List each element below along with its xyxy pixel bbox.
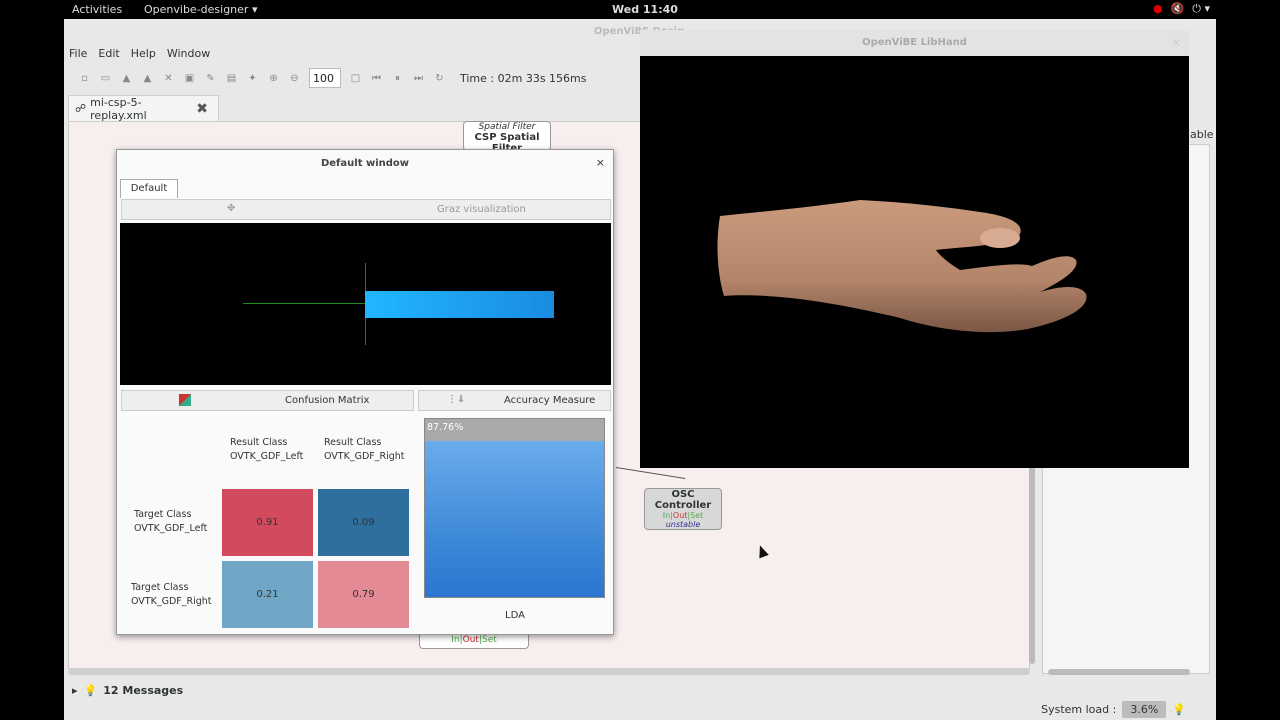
save-icon[interactable]: ▲ [120, 72, 133, 85]
close-icon[interactable]: ✕ [162, 72, 175, 85]
tab-default[interactable]: Default tab [120, 179, 178, 212]
clock[interactable]: Wed 11:40 [612, 3, 678, 16]
save-as-icon[interactable]: ▲ [141, 72, 154, 85]
system-load-value: 3.6% [1122, 701, 1167, 718]
accuracy-value: 87.76% [427, 422, 464, 433]
matrix-cell: 0.91 [222, 489, 313, 556]
copy-icon[interactable]: ▤ [225, 72, 238, 85]
play-icon[interactable]: ⏭ [412, 72, 425, 85]
gauge-icon: ⋮⇓ [447, 394, 466, 405]
menu-help[interactable]: Help [131, 47, 156, 65]
box-io: In|Out|Set [451, 635, 497, 645]
accuracy-label: Accuracy Measure [504, 395, 596, 406]
time-label: Time : 02m 33s 156ms [460, 71, 587, 85]
top-panel: Activities Openvibe-designer ▾ Wed 11:40… [0, 0, 1280, 19]
messages-count: 12 Messages [103, 684, 184, 697]
record-icon: ● [1152, 2, 1163, 15]
move-icon[interactable]: ✥ [227, 203, 235, 214]
confusion-matrix-header[interactable]: Confusion Matrix [121, 390, 414, 411]
tab-scenario[interactable]: ☍ mi-csp-5-replay.xml ✖ [68, 95, 219, 122]
power-icon[interactable]: ⏻ ▾ [1192, 2, 1210, 16]
confusion-matrix-label: Confusion Matrix [285, 395, 370, 406]
stop-icon[interactable]: □ [349, 72, 362, 85]
hand-rendering [717, 200, 1087, 333]
close-icon[interactable]: × [596, 156, 605, 169]
row-header: Target Class OVTK_GDF_Right [131, 582, 212, 607]
system-load-label: System load : [1041, 703, 1117, 716]
right-panel-label: able [1190, 128, 1214, 141]
graz-baseline [243, 303, 365, 304]
graz-label: Graz visualization [437, 204, 526, 215]
volume-icon[interactable]: 🔇 [1171, 2, 1185, 16]
step-icon[interactable]: ⏮ [370, 72, 383, 85]
default-window: Default window × Default tab ✥ Graz visu… [116, 149, 614, 635]
status-bar: ▸ 💡 12 Messages System load : 3.6% 💡 [64, 679, 1216, 720]
box-subtitle: Spatial Filter [478, 122, 536, 132]
edit-icon[interactable]: ✎ [204, 72, 217, 85]
expand-icon[interactable]: ▸ [72, 684, 78, 697]
menu-file[interactable]: File [69, 47, 87, 65]
box-title: OSC Controller [654, 489, 712, 511]
menu-window[interactable]: Window [167, 47, 210, 65]
graz-visualization [120, 223, 611, 385]
activities-button[interactable]: Activities [72, 3, 122, 16]
right-panel-scrollbar[interactable] [1048, 669, 1190, 675]
loop-icon[interactable]: ↻ [433, 72, 446, 85]
close-tab-icon[interactable]: ✖ [196, 101, 208, 117]
system-tray[interactable]: ● 🔇 ⏻ ▾ [1153, 2, 1210, 16]
accuracy-bar [425, 440, 604, 597]
vertical-scrollbar[interactable] [1029, 439, 1035, 664]
graz-feedback-bar [365, 291, 554, 318]
lightbulb-icon: 💡 [1172, 703, 1186, 716]
classifier-name: LDA [505, 610, 525, 621]
accuracy-header[interactable]: ⋮⇓ Accuracy Measure [418, 390, 611, 411]
lightbulb-icon: 💡 [83, 684, 98, 697]
column-header: Result Class OVTK_GDF_Left [230, 437, 304, 462]
matrix-cell: 0.09 [318, 489, 409, 556]
zoom-out-icon[interactable]: ⊖ [288, 72, 301, 85]
settings-icon[interactable]: ✦ [246, 72, 259, 85]
toolbar: ▫ ▭ ▲ ▲ ✕ ▣ ✎ ▤ ✦ ⊕ ⊖ 100 □ ⏮ ⏸ ⏭ ↻ Time… [64, 67, 644, 89]
matrix-icon [179, 394, 191, 406]
box-osc-controller[interactable]: OSC Controller In|Out|Set unstable [644, 488, 722, 530]
system-load: System load : 3.6% 💡 [1041, 701, 1186, 718]
libhand-window: OpenViBE LibHand × [640, 30, 1189, 468]
row-header: Target Class OVTK_GDF_Left [134, 509, 208, 534]
new-icon[interactable]: ▫ [78, 72, 91, 85]
zoom-input[interactable]: 100 [309, 68, 341, 88]
menu-edit[interactable]: Edit [98, 47, 119, 65]
messages-area[interactable]: ▸ 💡 12 Messages [72, 684, 183, 697]
column-header: Result Class OVTK_GDF_Right [324, 437, 405, 462]
graz-header[interactable]: ✥ Graz visualization [121, 199, 611, 220]
libhand-title: OpenViBE LibHand [640, 30, 1189, 56]
scenario-icon: ☍ [75, 102, 87, 115]
zoom-in-icon[interactable]: ⊕ [267, 72, 280, 85]
open-icon[interactable]: ▭ [99, 72, 112, 85]
box-io: In|Out|Set [662, 511, 704, 520]
horizontal-scrollbar[interactable] [68, 669, 1030, 675]
app-menu[interactable]: Openvibe-designer ▾ [144, 3, 257, 16]
box-csp-spatial-filter[interactable]: Spatial Filter CSP Spatial Filter [463, 121, 551, 154]
matrix-cell: 0.21 [222, 561, 313, 628]
close-icon[interactable]: × [1172, 36, 1181, 49]
matrix-cell: 0.79 [318, 561, 409, 628]
log-icon[interactable]: ▣ [183, 72, 196, 85]
pause-icon[interactable]: ⏸ [391, 72, 404, 85]
default-window-title: Default window [320, 158, 410, 169]
tab-label: mi-csp-5-replay.xml [90, 95, 147, 122]
menu-bar: File Edit Help Window [64, 47, 210, 65]
accuracy-gauge: 87.76% [424, 418, 605, 598]
box-status: unstable [665, 520, 701, 529]
